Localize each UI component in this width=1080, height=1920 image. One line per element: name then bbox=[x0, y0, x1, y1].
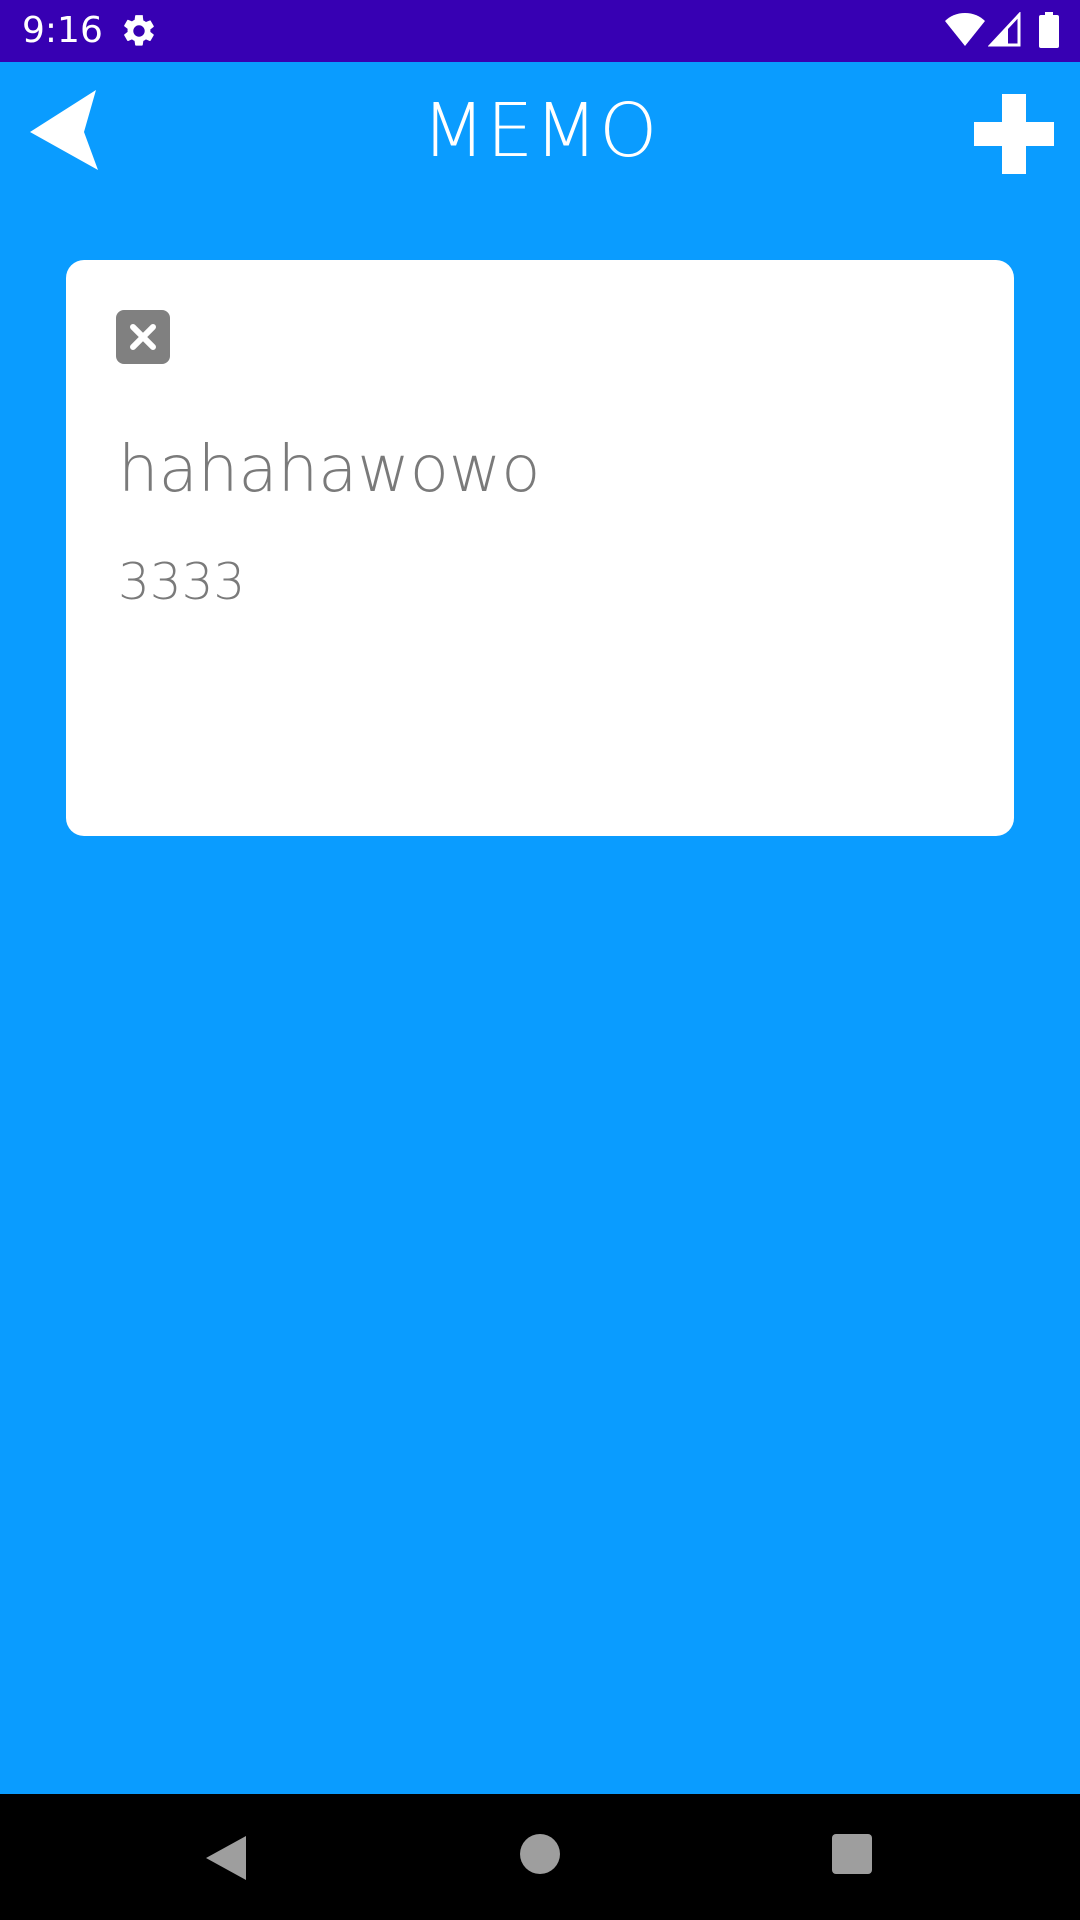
system-nav-bar bbox=[0, 1794, 1080, 1920]
app-bar: MEMO bbox=[0, 62, 1080, 202]
memo-card[interactable]: hahahawowo 3333 bbox=[66, 260, 1014, 836]
close-icon bbox=[130, 324, 156, 350]
status-time: 9:16 bbox=[22, 10, 103, 51]
delete-memo-button[interactable] bbox=[116, 310, 170, 364]
battery-icon bbox=[1039, 12, 1059, 48]
screen: 9:16 MEMO hahahawowo 3333 bbox=[0, 0, 1080, 1920]
nav-back-icon[interactable] bbox=[204, 1834, 248, 1882]
nav-recents-icon[interactable] bbox=[832, 1834, 872, 1874]
plus-icon[interactable] bbox=[974, 94, 1054, 174]
wifi-icon bbox=[945, 13, 985, 46]
signal-icon bbox=[988, 12, 1021, 47]
memo-title: hahahawowo bbox=[118, 433, 541, 507]
memo-body: 3333 bbox=[118, 553, 246, 611]
page-title: MEMO bbox=[421, 88, 659, 174]
nav-home-icon[interactable] bbox=[520, 1834, 560, 1874]
status-bar: 9:16 bbox=[0, 0, 1080, 62]
gear-icon bbox=[124, 15, 154, 46]
